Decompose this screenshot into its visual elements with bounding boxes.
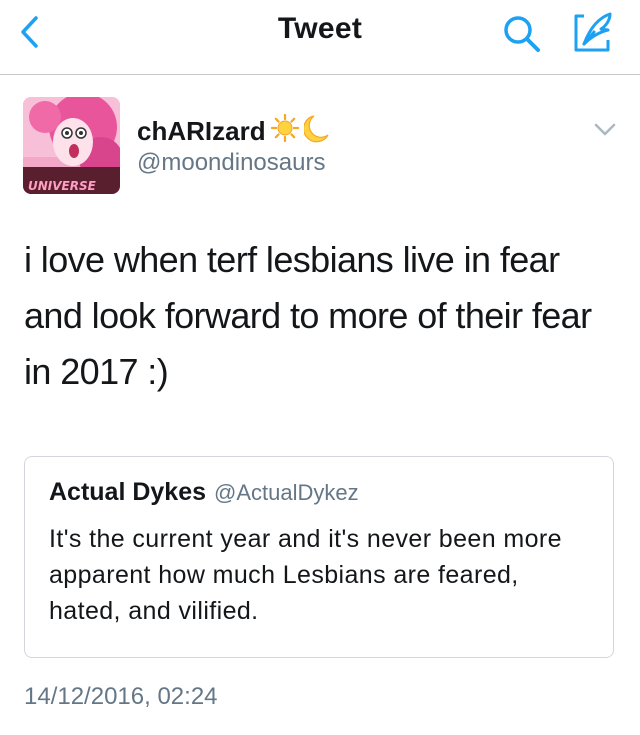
quoted-tweet-text: It's the current year and it's never bee…: [49, 525, 562, 625]
author-name-text: chARIzard: [137, 116, 266, 146]
quoted-tweet-card[interactable]: Actual Dykes @ActualDykez It's the curren…: [24, 456, 614, 658]
tweet-text: i love when terf lesbians live in fear a…: [24, 239, 592, 392]
search-button[interactable]: [500, 12, 544, 56]
avatar-caption: UNIVERSE: [28, 179, 97, 193]
chevron-down-icon: [594, 123, 616, 136]
search-icon: [504, 16, 540, 52]
author-display-name[interactable]: chARIzard: [137, 113, 332, 150]
tweet-timestamp: 14/12/2016, 02:24: [24, 683, 218, 710]
compose-feather-icon: [574, 12, 612, 52]
more-options-button[interactable]: [593, 122, 617, 138]
quoted-author-name: Actual Dykes: [49, 478, 207, 506]
author-handle[interactable]: @moondinosaurs: [137, 149, 325, 177]
sun-emoji-icon: [270, 113, 300, 150]
page-title: Tweet: [277, 12, 363, 45]
crescent-moon-emoji-icon: [302, 113, 332, 150]
quoted-tweet-header: Actual Dykes @ActualDykez: [49, 478, 359, 507]
avatar[interactable]: UNIVERSE: [23, 97, 120, 194]
compose-button[interactable]: [570, 10, 618, 54]
quoted-author-handle: @ActualDykez: [214, 480, 359, 505]
avatar-image: UNIVERSE: [23, 97, 120, 194]
navigation-bar: Tweet: [0, 0, 640, 75]
